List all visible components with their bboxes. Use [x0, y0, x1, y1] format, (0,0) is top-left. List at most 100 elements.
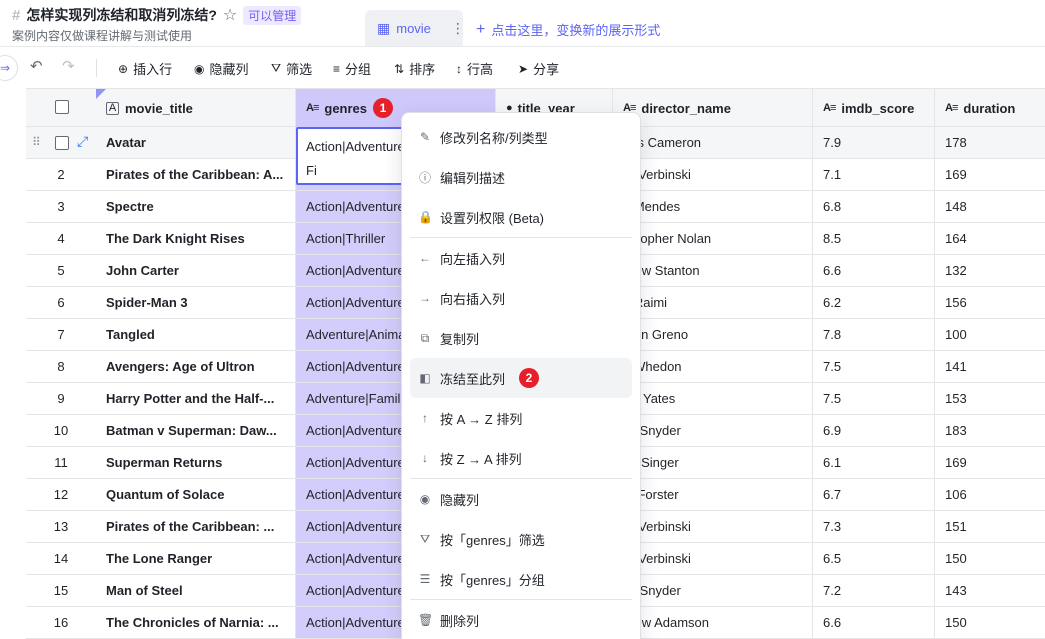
cell-movie-title[interactable]: John Carter [96, 255, 296, 286]
cell-imdb-score[interactable]: 7.3 [813, 511, 935, 542]
cell-director-name[interactable]: re Verbinski [613, 543, 813, 574]
cell-director-name[interactable]: than Greno [613, 319, 813, 350]
cell-imdb-score[interactable]: 6.7 [813, 479, 935, 510]
menu-item[interactable]: ← 向左插入列 [410, 238, 632, 278]
cell-imdb-score[interactable]: 6.6 [813, 255, 935, 286]
menu-item[interactable]: ⛛ 按「genres」筛选 [410, 519, 632, 559]
cell-director-name[interactable]: n Mendes [613, 191, 813, 222]
cell-duration[interactable]: 141 [935, 351, 1045, 382]
menu-item[interactable]: ⓘ 编辑列描述 [410, 157, 632, 197]
sidebar-toggle-icon[interactable]: ⇒ [0, 55, 18, 81]
insert-row-button[interactable]: ⊕ 插入行 [118, 59, 172, 78]
cell-imdb-score[interactable]: 7.8 [813, 319, 935, 350]
cell-movie-title[interactable]: Pirates of the Caribbean: A... [96, 159, 296, 190]
column-header-movie-title[interactable]: A movie_title [96, 89, 296, 127]
menu-item[interactable]: → 向右插入列 [410, 278, 632, 318]
cell-duration[interactable]: 132 [935, 255, 1045, 286]
cell-movie-title[interactable]: The Lone Ranger [96, 543, 296, 574]
star-icon[interactable]: ☆ [223, 5, 237, 25]
cell-imdb-score[interactable]: 7.9 [813, 127, 935, 158]
cell-director-name[interactable]: n Raimi [613, 287, 813, 318]
cell-director-name[interactable]: re Verbinski [613, 159, 813, 190]
cell-movie-title[interactable]: Spectre [96, 191, 296, 222]
column-header-duration[interactable]: A≡ duration [935, 89, 1045, 127]
cell-movie-title[interactable]: Quantum of Solace [96, 479, 296, 510]
group-button[interactable]: ≡ 分组 [333, 59, 371, 78]
cell-duration[interactable]: 183 [935, 415, 1045, 446]
cell-duration[interactable]: 156 [935, 287, 1045, 318]
menu-item[interactable]: ◉ 隐藏列 [410, 479, 632, 519]
cell-director-name[interactable]: vid Yates [613, 383, 813, 414]
cell-duration[interactable]: 153 [935, 383, 1045, 414]
cell-duration[interactable]: 150 [935, 543, 1045, 574]
cell-imdb-score[interactable]: 7.1 [813, 159, 935, 190]
row-checkbox[interactable] [55, 136, 69, 150]
cell-movie-title[interactable]: Superman Returns [96, 447, 296, 478]
cell-imdb-score[interactable]: 8.5 [813, 223, 935, 254]
column-header-director-name[interactable]: A≡ director_name [613, 89, 813, 127]
menu-item[interactable]: ↑ 按 A → Z 排列 [410, 398, 632, 438]
column-header-imdb-score[interactable]: A≡ imdb_score [813, 89, 935, 127]
redo-icon[interactable]: ↷ [62, 57, 75, 75]
filter-button[interactable]: ⛛ 筛选 [271, 59, 312, 78]
cell-imdb-score[interactable]: 6.8 [813, 191, 935, 222]
menu-item[interactable]: 🔒 设置列权限 (Beta) [410, 197, 632, 237]
drag-handle-icon[interactable]: ⠿ [32, 135, 41, 149]
cell-imdb-score[interactable]: 6.2 [813, 287, 935, 318]
cell-duration[interactable]: 148 [935, 191, 1045, 222]
cell-duration[interactable]: 151 [935, 511, 1045, 542]
cell-duration[interactable]: 106 [935, 479, 1045, 510]
cell-director-name[interactable]: ck Snyder [613, 415, 813, 446]
cell-duration[interactable]: 169 [935, 447, 1045, 478]
cell-director-name[interactable]: an Singer [613, 447, 813, 478]
menu-item[interactable]: ⧉ 复制列 [410, 318, 632, 358]
cell-director-name[interactable]: drew Adamson [613, 607, 813, 638]
cell-movie-title[interactable]: Avatar [96, 127, 296, 158]
cell-imdb-score[interactable]: 7.5 [813, 351, 935, 382]
cell-imdb-score[interactable]: 6.5 [813, 543, 935, 574]
cell-imdb-score[interactable]: 6.1 [813, 447, 935, 478]
cell-movie-title[interactable]: Avengers: Age of Ultron [96, 351, 296, 382]
cell-movie-title[interactable]: Spider-Man 3 [96, 287, 296, 318]
cell-duration[interactable]: 143 [935, 575, 1045, 606]
cell-movie-title[interactable]: Man of Steel [96, 575, 296, 606]
cell-duration[interactable]: 169 [935, 159, 1045, 190]
cell-director-name[interactable]: rc Forster [613, 479, 813, 510]
cell-movie-title[interactable]: The Dark Knight Rises [96, 223, 296, 254]
cell-director-name[interactable]: drew Stanton [613, 255, 813, 286]
menu-item[interactable]: ✎ 修改列名称/列类型 [410, 117, 632, 157]
sort-button[interactable]: ⇅ 排序 [394, 59, 435, 78]
cell-movie-title[interactable]: The Chronicles of Narnia: ... [96, 607, 296, 638]
row-height-button[interactable]: ↕ 行高 [456, 59, 493, 78]
menu-item[interactable]: ☰ 按「genres」分组 [410, 559, 632, 599]
hide-column-button[interactable]: ◉ 隐藏列 [194, 59, 249, 78]
cell-director-name[interactable]: ristopher Nolan [613, 223, 813, 254]
menu-item[interactable]: ◧ 冻结至此列 2 [410, 358, 632, 398]
cell-director-name[interactable]: s Whedon [613, 351, 813, 382]
cell-director-name[interactable]: nes Cameron [613, 127, 813, 158]
cell-duration[interactable]: 178 [935, 127, 1045, 158]
cell-movie-title[interactable]: Batman v Superman: Daw... [96, 415, 296, 446]
expand-record-icon[interactable]: ⤢ [77, 133, 88, 150]
cell-imdb-score[interactable]: 7.5 [813, 383, 935, 414]
cell-imdb-score[interactable]: 6.6 [813, 607, 935, 638]
cell-movie-title[interactable]: Harry Potter and the Half-... [96, 383, 296, 414]
cell-imdb-score[interactable]: 6.9 [813, 415, 935, 446]
cell-duration[interactable]: 100 [935, 319, 1045, 350]
cell-duration[interactable]: 164 [935, 223, 1045, 254]
add-view-button[interactable]: + 点击这里，变换新的展示形式 [476, 20, 660, 39]
cell-imdb-score[interactable]: 7.2 [813, 575, 935, 606]
share-button[interactable]: ➤ 分享 [518, 59, 559, 78]
select-all-checkbox[interactable] [55, 100, 69, 114]
cell-duration[interactable]: 150 [935, 607, 1045, 638]
more-vertical-icon[interactable]: ⋮ [451, 20, 465, 37]
cell-movie-title[interactable]: Pirates of the Caribbean: ... [96, 511, 296, 542]
cell-director-name[interactable]: ck Snyder [613, 575, 813, 606]
menu-item[interactable]: 🗑 删除列 [410, 600, 632, 639]
cell-movie-title[interactable]: Tangled [96, 319, 296, 350]
permission-badge[interactable]: 可以管理 [243, 5, 302, 25]
cell-director-name[interactable]: re Verbinski [613, 511, 813, 542]
menu-item[interactable]: ↓ 按 Z → A 排列 [410, 438, 632, 478]
undo-icon[interactable]: ↶ [30, 57, 43, 75]
view-tab-movie[interactable]: ▦ movie ⋮ [365, 10, 465, 46]
